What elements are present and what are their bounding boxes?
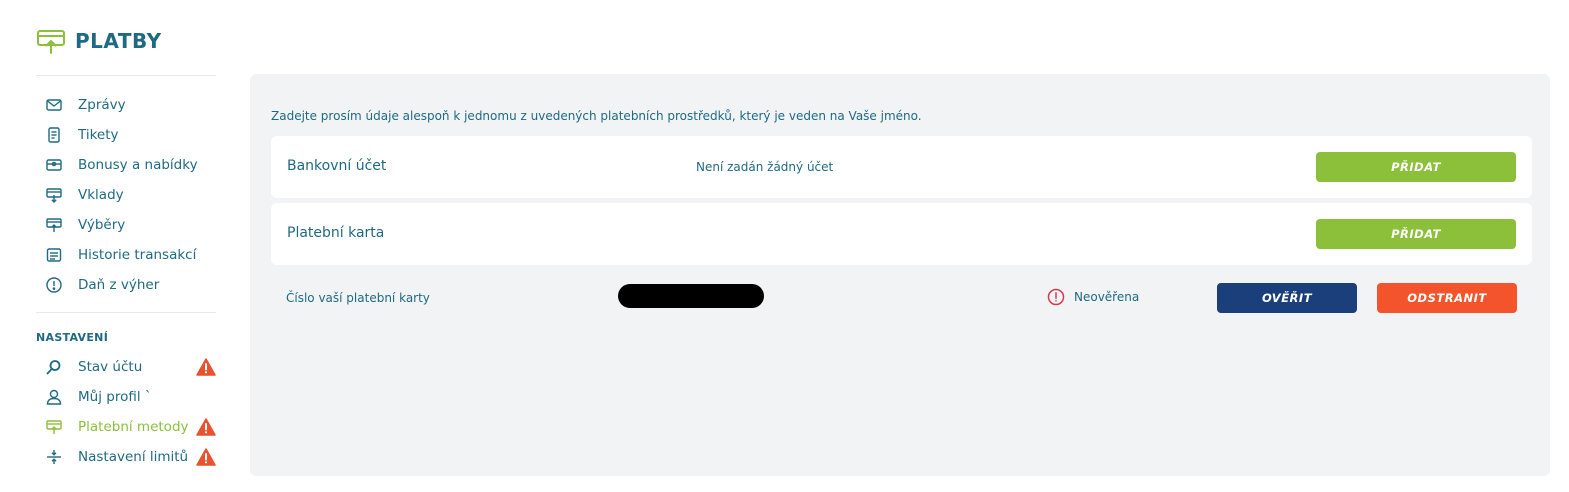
warning-icon: [196, 418, 216, 436]
payment-card-row: Číslo vaší platební karty Neověřena OVĚŘ…: [271, 282, 1532, 314]
settings-section-title: NASTAVENÍ: [36, 331, 109, 344]
sidebar-item-dan[interactable]: Daň z výher: [36, 270, 216, 300]
intro-text: Zadejte prosím údaje alespoň k jednomu z…: [271, 109, 922, 123]
alert-circle-icon: [1047, 288, 1074, 306]
sidebar-divider: [36, 312, 216, 313]
mail-icon: [44, 95, 64, 115]
bonus-icon: [44, 155, 64, 175]
verification-status-label: Neověřena: [1074, 290, 1140, 304]
withdraw-icon: [44, 215, 64, 235]
card-number-label: Číslo vaší platební karty: [286, 291, 430, 305]
sidebar: Zprávy Tikety Bonusy a nabídky Vklady Vý…: [36, 75, 216, 472]
payments-icon: [36, 26, 66, 56]
verify-button[interactable]: OVĚŘIT: [1217, 283, 1357, 313]
sidebar-item-platebni-metody[interactable]: Platební metody: [36, 412, 216, 442]
ticket-icon: [44, 125, 64, 145]
bank-account-card: Bankovní účet Není zadán žádný účet PŘID…: [271, 136, 1532, 198]
sidebar-item-label: Stav účtu: [78, 359, 143, 375]
sidebar-item-label: Platební metody: [78, 419, 189, 435]
page-title: PLATBY: [75, 29, 162, 53]
sidebar-item-label: Vklady: [78, 187, 124, 203]
sidebar-item-nastaveni-limitu[interactable]: Nastavení limitů: [36, 442, 216, 472]
payment-card-card: Platební karta PŘIDAT: [271, 203, 1532, 265]
sidebar-item-zpravy[interactable]: Zprávy: [36, 90, 216, 120]
history-icon: [44, 245, 64, 265]
sidebar-item-vybery[interactable]: Výběry: [36, 210, 216, 240]
user-icon: [44, 387, 64, 407]
add-payment-card-button[interactable]: PŘIDAT: [1316, 219, 1516, 249]
verification-status: Neověřena: [1047, 288, 1139, 306]
redacted-card-number: [618, 284, 764, 308]
search-icon: [44, 357, 64, 377]
sidebar-item-historie[interactable]: Historie transakcí: [36, 240, 216, 270]
bank-account-label: Bankovní účet: [287, 158, 387, 174]
sidebar-item-label: Můj profil `: [78, 389, 152, 405]
sidebar-item-label: Výběry: [78, 217, 126, 233]
deposit-icon: [44, 185, 64, 205]
add-bank-account-button[interactable]: PŘIDAT: [1316, 152, 1516, 182]
tax-icon: [44, 275, 64, 295]
sidebar-item-label: Nastavení limitů: [78, 449, 189, 465]
payment-methods-panel: Zadejte prosím údaje alespoň k jednomu z…: [250, 74, 1550, 476]
warning-icon: [196, 358, 216, 376]
sidebar-item-muj-profil[interactable]: Můj profil `: [36, 382, 216, 412]
warning-icon: [196, 448, 216, 466]
sidebar-item-label: Zprávy: [78, 97, 126, 113]
sidebar-item-label: Historie transakcí: [78, 247, 197, 263]
bank-account-status: Není zadán žádný účet: [696, 160, 834, 174]
sidebar-item-stav-uctu[interactable]: Stav účtu: [36, 352, 216, 382]
limits-icon: [44, 447, 64, 467]
sidebar-item-label: Daň z výher: [78, 277, 160, 293]
sidebar-item-vklady[interactable]: Vklady: [36, 180, 216, 210]
sidebar-item-bonusy[interactable]: Bonusy a nabídky: [36, 150, 216, 180]
sidebar-item-label: Bonusy a nabídky: [78, 157, 198, 173]
payment-methods-icon: [44, 417, 64, 437]
page-header: PLATBY: [36, 26, 162, 56]
payment-card-label: Platební karta: [287, 225, 385, 241]
sidebar-item-tikety[interactable]: Tikety: [36, 120, 216, 150]
sidebar-item-label: Tikety: [78, 127, 119, 143]
remove-button[interactable]: ODSTRANIT: [1377, 283, 1517, 313]
